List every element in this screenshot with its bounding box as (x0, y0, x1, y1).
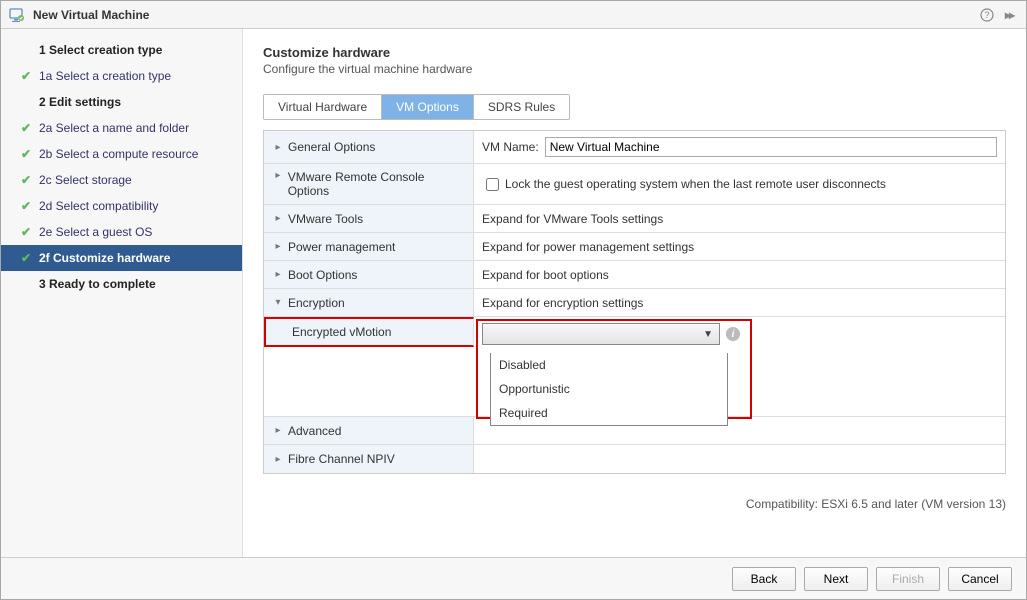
lock-guest-checkbox[interactable] (486, 178, 499, 191)
row-advanced: ▸Advanced (264, 417, 1005, 445)
expander-remote-console[interactable]: ▸VMware Remote Console Options (264, 164, 474, 204)
encrypted-vmotion-dropdown[interactable]: ▼ (482, 323, 720, 345)
boot-hint: Expand for boot options (482, 268, 609, 282)
row-power-management: ▸Power management Expand for power manag… (264, 233, 1005, 261)
step-2f-customize-hardware[interactable]: ✔2f Customize hardware (1, 245, 242, 271)
dialog-footer: Back Next Finish Cancel (1, 557, 1026, 599)
row-fibre-channel-npiv: ▸Fibre Channel NPIV (264, 445, 1005, 473)
step-2-edit-settings[interactable]: 2 Edit settings (1, 89, 242, 115)
chevron-down-icon: ▼ (703, 329, 713, 340)
content-pane: Customize hardware Configure the virtual… (243, 29, 1026, 557)
step-2a-name-folder[interactable]: ✔2a Select a name and folder (1, 115, 242, 141)
encryption-hint: Expand for encryption settings (482, 296, 643, 310)
chevron-right-icon: ▸ (272, 213, 284, 224)
titlebar: New Virtual Machine ? ▸▸ (1, 1, 1026, 29)
compatibility-text: Compatibility: ESXi 6.5 and later (VM ve… (746, 497, 1006, 511)
wizard-steps-sidebar: ✔1 Select creation type ✔1a Select a cre… (1, 29, 243, 557)
step-2e-guest-os[interactable]: ✔2e Select a guest OS (1, 219, 242, 245)
expander-vmware-tools[interactable]: ▸VMware Tools (264, 205, 474, 232)
tab-vm-options[interactable]: VM Options (382, 95, 474, 119)
expander-encryption[interactable]: ▾Encryption (264, 289, 474, 316)
dialog-title: New Virtual Machine (33, 8, 974, 22)
vmware-tools-hint: Expand for VMware Tools settings (482, 212, 663, 226)
lock-guest-label: Lock the guest operating system when the… (505, 177, 886, 191)
hardware-tabs: Virtual Hardware VM Options SDRS Rules (263, 94, 570, 120)
tab-sdrs-rules[interactable]: SDRS Rules (474, 95, 569, 119)
vm-options-grid: ▸General Options VM Name: ▸VMware Remote… (263, 130, 1006, 474)
dropdown-option-disabled[interactable]: Disabled (491, 353, 727, 377)
info-icon[interactable]: i (726, 327, 740, 341)
tab-virtual-hardware[interactable]: Virtual Hardware (264, 95, 382, 119)
dialog-window: New Virtual Machine ? ▸▸ ✔1 Select creat… (0, 0, 1027, 600)
row-remote-console: ▸VMware Remote Console Options Lock the … (264, 164, 1005, 205)
expander-advanced[interactable]: ▸Advanced (264, 417, 474, 444)
chevron-right-icon: ▸ (272, 142, 284, 153)
row-vmware-tools: ▸VMware Tools Expand for VMware Tools se… (264, 205, 1005, 233)
encrypted-vmotion-dropdown-list: Disabled Opportunistic Required (490, 353, 728, 426)
step-2d-compatibility[interactable]: ✔2d Select compatibility (1, 193, 242, 219)
chevron-right-icon: ▸ (272, 425, 284, 436)
page-subtitle: Configure the virtual machine hardware (263, 62, 1006, 76)
help-icon[interactable]: ? (978, 6, 996, 24)
row-general-options: ▸General Options VM Name: (264, 131, 1005, 164)
power-hint: Expand for power management settings (482, 240, 694, 254)
chevron-right-icon: ▸ (272, 170, 284, 181)
step-2c-storage[interactable]: ✔2c Select storage (1, 167, 242, 193)
step-3-ready-to-complete[interactable]: 3 Ready to complete (1, 271, 242, 297)
vm-name-input[interactable] (545, 137, 997, 157)
chevron-down-icon: ▾ (272, 297, 284, 308)
step-2b-compute-resource[interactable]: ✔2b Select a compute resource (1, 141, 242, 167)
expand-icon[interactable]: ▸▸ (1000, 6, 1018, 24)
expander-boot-options[interactable]: ▸Boot Options (264, 261, 474, 288)
chevron-right-icon: ▸ (272, 454, 284, 465)
finish-button[interactable]: Finish (876, 567, 940, 591)
expander-general-options[interactable]: ▸General Options (264, 131, 474, 163)
step-1a-select-a-creation-type[interactable]: ✔1a Select a creation type (1, 63, 242, 89)
page-title: Customize hardware (263, 45, 1006, 60)
step-1-select-creation-type[interactable]: ✔1 Select creation type (1, 37, 242, 63)
row-encrypted-vmotion: Encrypted vMotion ▼ i D (264, 317, 1005, 417)
expander-power-management[interactable]: ▸Power management (264, 233, 474, 260)
vm-icon (9, 7, 25, 23)
vm-name-label: VM Name: (482, 140, 539, 154)
dialog-body: ✔1 Select creation type ✔1a Select a cre… (1, 29, 1026, 557)
next-button[interactable]: Next (804, 567, 868, 591)
row-boot-options: ▸Boot Options Expand for boot options (264, 261, 1005, 289)
expander-fibre-channel-npiv[interactable]: ▸Fibre Channel NPIV (264, 445, 474, 473)
dropdown-option-opportunistic[interactable]: Opportunistic (491, 377, 727, 401)
back-button[interactable]: Back (732, 567, 796, 591)
cancel-button[interactable]: Cancel (948, 567, 1012, 591)
chevron-right-icon: ▸ (272, 241, 284, 252)
label-encrypted-vmotion: Encrypted vMotion (264, 317, 474, 347)
chevron-right-icon: ▸ (272, 269, 284, 280)
row-encryption: ▾Encryption Expand for encryption settin… (264, 289, 1005, 317)
svg-text:?: ? (984, 10, 989, 20)
